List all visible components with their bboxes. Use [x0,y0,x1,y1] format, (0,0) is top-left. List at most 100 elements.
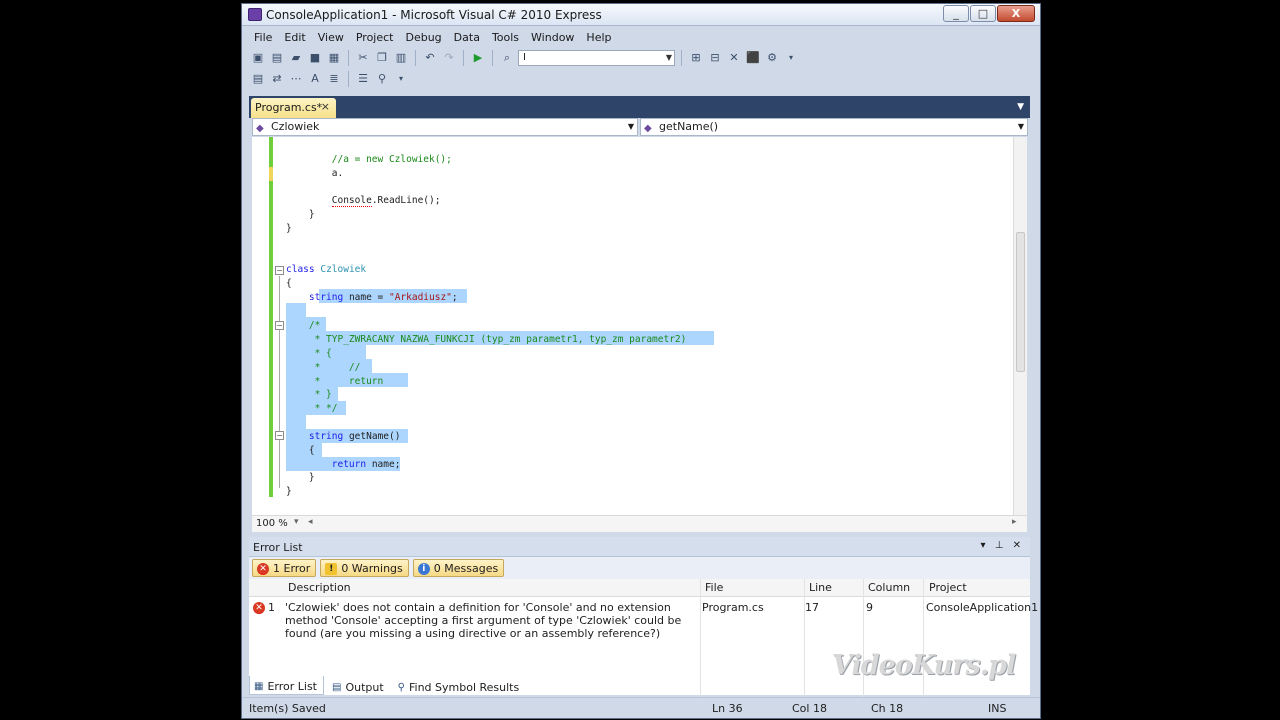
code-line: /* [308,320,321,331]
save-icon[interactable]: ■ [307,50,323,66]
code-editor[interactable]: − − − //a = new Czlowiek(); a. Console.R… [252,137,1027,515]
word-completion-icon[interactable]: A [307,71,323,87]
types-combo-value: Czlowiek [271,120,320,133]
status-char: Ch 18 [871,702,904,715]
tab-program-cs[interactable]: Program.cs* × [251,98,336,118]
collapse-method-icon[interactable]: − [275,431,284,440]
menu-bar: File Edit View Project Debug Data Tools … [249,28,619,48]
error-list-icon: ▦ [254,681,264,692]
tab-label: Output [345,680,384,694]
column-project[interactable]: Project [929,581,967,594]
panel-window-controls[interactable]: ▾ ⊥ ✕ [981,540,1024,551]
save-all-icon[interactable]: ▦ [326,50,342,66]
find-symbol-icon: ⚲ [397,681,405,693]
menu-data[interactable]: Data [449,28,487,48]
zoom-bar: 100 % ▾ ◂ ▸ [252,515,1027,532]
tab-label: Find Symbol Results [409,680,520,694]
messages-filter-button[interactable]: i 0 Messages [412,559,505,577]
toolbar-separator [492,50,493,66]
warnings-filter-button[interactable]: ! 0 Warnings [320,559,409,577]
menu-edit[interactable]: Edit [279,28,312,48]
code-line: } [286,209,315,220]
tab-label: Program.cs* [255,101,323,114]
members-combo-value: getName() [659,120,719,133]
close-tab-icon[interactable]: × [321,100,330,113]
change-indicator-unsaved [269,167,273,181]
collapse-class-icon[interactable]: − [275,266,284,275]
start-page-icon[interactable]: ⬛ [745,50,761,66]
column-column[interactable]: Column [868,581,910,594]
column-description[interactable]: Description [288,581,351,594]
find-combo[interactable]: I ▼ [518,50,675,66]
errors-filter-label: 1 Error [273,562,311,575]
code-line: * */ [286,403,338,414]
scrollbar-thumb[interactable] [1016,232,1025,372]
scroll-right-icon[interactable]: ▸ [1012,517,1017,527]
close-window-button[interactable]: X [997,5,1035,22]
add-item-icon[interactable]: ▤ [269,50,285,66]
change-indicator-saved [269,181,273,497]
extension-manager-icon[interactable]: ⚙ [764,50,780,66]
menu-tools[interactable]: Tools [487,28,526,48]
menu-help[interactable]: Help [581,28,618,48]
method-icon: ◆ [644,123,652,134]
start-debugging-icon[interactable]: ▶ [470,50,486,66]
toolbar-options-icon[interactable]: ▾ [783,50,799,66]
error-icon: ✕ [257,562,269,575]
menu-view[interactable]: View [313,28,351,48]
toolbar-separator [681,50,682,66]
comment-icon[interactable]: ≣ [326,71,342,87]
tab-output[interactable]: ▤ Output [328,676,390,695]
find-combo-value: I [523,52,526,63]
warning-icon: ! [325,562,338,575]
undo-icon[interactable]: ↶ [422,50,438,66]
code-line: * { [286,348,332,359]
menu-file[interactable]: File [249,28,279,48]
tab-error-list[interactable]: ▦ Error List [249,676,324,695]
zoom-dropdown-icon[interactable]: ▾ [294,517,299,527]
error-row[interactable]: ✕ 1 'Czlowiek' does not contain a defini… [249,599,1038,647]
collapse-comment-icon[interactable]: − [275,321,284,330]
menu-project[interactable]: Project [351,28,401,48]
solution-explorer-icon[interactable]: ⊞ [688,50,704,66]
error-icon: ✕ [253,602,265,614]
copy-icon[interactable]: ❐ [374,50,390,66]
active-files-dropdown-icon[interactable]: ▼ [1017,102,1024,112]
paste-icon[interactable]: ▥ [393,50,409,66]
types-combo[interactable]: ◆ Czlowiek ▼ [252,118,638,136]
increase-indent-icon[interactable]: ⚲ [374,71,390,87]
toolbar-options-icon[interactable]: ▾ [393,71,409,87]
minimize-button[interactable]: _ [943,5,969,22]
quick-info-icon[interactable]: ⋯ [288,71,304,87]
toolbox-icon[interactable]: ✕ [726,50,742,66]
navigation-bar: ◆ Czlowiek ▼ ◆ getName() ▼ [252,118,1028,137]
error-list-column-header: Description File Line Column Project [249,579,1030,699]
properties-icon[interactable]: ⊟ [707,50,723,66]
redo-icon[interactable]: ↷ [441,50,457,66]
menu-debug[interactable]: Debug [400,28,448,48]
error-line: 17 [805,601,819,614]
status-line: Ln 36 [712,702,743,715]
cut-icon[interactable]: ✂ [355,50,371,66]
tab-find-symbol-results[interactable]: ⚲ Find Symbol Results [394,676,526,695]
code-line: } [286,486,292,497]
members-combo[interactable]: ◆ getName() ▼ [640,118,1028,136]
status-insert-mode: INS [988,702,1007,715]
open-file-icon[interactable]: ▰ [288,50,304,66]
menu-window[interactable]: Window [526,28,581,48]
display-parameter-info-icon[interactable]: ⇄ [269,71,285,87]
ide-window: ConsoleApplication1 - Microsoft Visual C… [241,3,1041,719]
new-project-icon[interactable]: ▣ [250,50,266,66]
scroll-left-icon[interactable]: ◂ [308,517,313,527]
display-object-member-list-icon[interactable]: ▤ [250,71,266,87]
editor-vertical-scrollbar[interactable] [1013,137,1027,515]
decrease-indent-icon[interactable]: ☰ [355,71,371,87]
column-line[interactable]: Line [809,581,832,594]
column-file[interactable]: File [705,581,723,594]
error-index: 1 [268,601,275,614]
code-line: * return [286,376,384,387]
maximize-button[interactable]: □ [970,5,996,22]
zoom-level[interactable]: 100 % [256,518,288,529]
errors-filter-button[interactable]: ✕ 1 Error [252,559,317,577]
find-in-files-icon[interactable]: ⌕ [499,50,515,66]
